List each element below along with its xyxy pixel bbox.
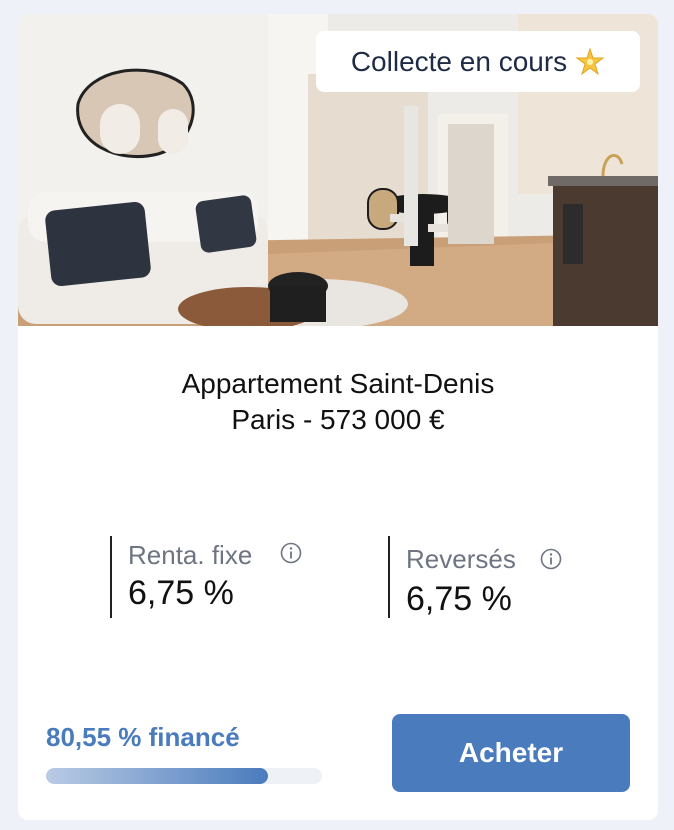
- status-badge-label: Collecte en cours: [350, 45, 568, 77]
- info-icon[interactable]: [540, 548, 562, 570]
- property-name: Appartement Saint-Denis: [181, 368, 495, 399]
- property-location-price: Paris - 573 000 €: [231, 404, 445, 435]
- buy-button[interactable]: Acheter: [392, 714, 630, 792]
- funding-progress-bar: [46, 768, 322, 784]
- funding-status: 80,55 % financé: [46, 722, 240, 752]
- sparkle-star-icon: [575, 46, 605, 75]
- property-card[interactable]: Collecte en cours Appartement Saint-Deni…: [18, 14, 658, 820]
- property-title: Appartement Saint-Denis Paris - 573 000 …: [18, 366, 658, 438]
- stat-reverses: Reversés 6,75 %: [388, 536, 610, 618]
- stat-value: 6,75 %: [406, 580, 512, 618]
- property-photo[interactable]: Collecte en cours: [18, 14, 658, 326]
- status-badge: Collecte en cours: [316, 31, 640, 92]
- stat-renta-fixe: Renta. fixe 6,75 %: [110, 536, 332, 618]
- funding-progress-fill: [46, 768, 269, 784]
- stat-label: Reversés: [406, 544, 516, 574]
- info-icon[interactable]: [280, 542, 302, 564]
- stat-value: 6,75 %: [128, 574, 234, 612]
- stat-label: Renta. fixe: [128, 540, 253, 570]
